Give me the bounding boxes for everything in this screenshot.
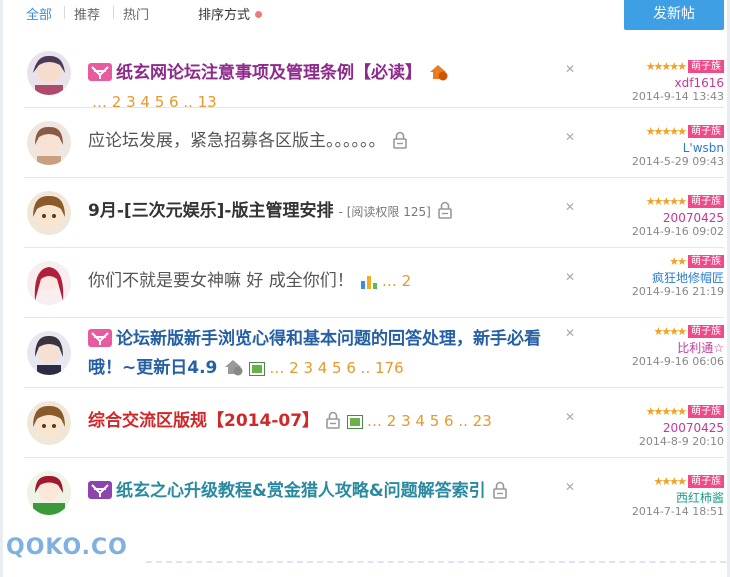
watermark-logo: QOKO.CO xyxy=(6,535,128,560)
thread-title[interactable]: 纸玄网论坛注意事项及管理条例【必读】 xyxy=(116,63,422,83)
page-links[interactable]: … 2 3 4 5 6 .. 176 xyxy=(269,359,403,377)
close-icon[interactable]: ✕ xyxy=(565,62,575,76)
user-group-badge: 萌子族 xyxy=(688,195,724,208)
thread-title[interactable]: 你们不就是要女神嘛 好 成全你们！ xyxy=(88,271,354,291)
rank-stars: ★★★★ xyxy=(653,475,687,488)
thread-list: 纸玄网论坛注意事项及管理条例【必读】 … 2 3 4 5 6 .. 13 ✕ ★… xyxy=(24,38,724,527)
tab-all[interactable]: 全部 xyxy=(26,4,52,23)
announcement-icon xyxy=(88,63,112,89)
poll-icon xyxy=(360,271,378,297)
user-group-badge: 萌子族 xyxy=(688,475,724,488)
new-post-button[interactable]: 发新帖 xyxy=(624,0,724,30)
page-links[interactable]: … 2 xyxy=(382,272,411,290)
thread-row: 论坛新版新手浏览心得和基本问题的回答处理，新手必看哦！~更新日4.9… 2 3 … xyxy=(24,318,724,388)
author-link[interactable]: 20070425 xyxy=(614,211,724,225)
hot-thread-icon xyxy=(428,63,448,89)
close-icon[interactable]: ✕ xyxy=(565,270,575,284)
rank-stars: ★★★★★ xyxy=(645,125,687,138)
author-link[interactable]: L'wsbn xyxy=(614,141,724,155)
thread-title[interactable]: 应论坛发展，紧急招募各区版主。。。。。。 xyxy=(88,131,386,151)
avatar[interactable] xyxy=(27,331,71,375)
thread-row: 应论坛发展，紧急招募各区版主。。。。。。 ✕ ★★★★★ 萌子族 L'wsbn 2… xyxy=(24,108,724,178)
user-group-badge: 萌子族 xyxy=(688,405,724,418)
close-icon[interactable]: ✕ xyxy=(565,480,575,494)
close-icon[interactable]: ✕ xyxy=(565,410,575,424)
post-time: 2014-7-14 18:51 xyxy=(631,505,724,518)
image-attachment-icon xyxy=(347,411,364,437)
divider xyxy=(64,6,65,19)
author-link[interactable]: 20070425 xyxy=(614,421,724,435)
post-time: 2014-9-16 06:06 xyxy=(631,355,724,368)
lock-icon xyxy=(437,201,453,227)
author-link[interactable]: 比利通☆ xyxy=(614,341,724,355)
tab-hot[interactable]: 热门 xyxy=(123,4,149,23)
avatar[interactable] xyxy=(27,261,71,305)
close-icon[interactable]: ✕ xyxy=(565,130,575,144)
avatar[interactable] xyxy=(27,121,71,165)
read-permission: - [阅读权限 125] xyxy=(338,205,431,219)
avatar[interactable] xyxy=(27,471,71,515)
user-group-badge: 萌子族 xyxy=(688,60,724,73)
user-group-badge: 萌子族 xyxy=(688,255,724,268)
thread-row: 你们不就是要女神嘛 好 成全你们！ … 2 ✕ ★★ 萌子族 疯狂地修帽匠 2014… xyxy=(24,248,724,318)
announcement-icon xyxy=(88,329,112,355)
thread-title[interactable]: 综合交流区版规【2014-07】 xyxy=(88,411,319,431)
new-indicator-dot xyxy=(255,11,262,18)
post-time: 2014-9-16 21:19 xyxy=(631,285,724,298)
left-border xyxy=(0,0,3,577)
hot-thread-icon xyxy=(223,358,243,384)
thread-row: 纸玄网论坛注意事项及管理条例【必读】 … 2 3 4 5 6 .. 13 ✕ ★… xyxy=(24,38,724,111)
author-link[interactable]: 疯狂地修帽匠 xyxy=(614,271,724,285)
thread-row: 纸玄之心升级教程&赏金猎人攻略&问题解答索引 ✕ ★★★★ 萌子族 西红柿酱 20… xyxy=(24,458,724,527)
close-icon[interactable]: ✕ xyxy=(565,326,575,340)
announcement-icon xyxy=(88,481,112,507)
tab-recommended[interactable]: 推荐 xyxy=(74,4,100,23)
rank-stars: ★★ xyxy=(669,255,687,268)
author-link[interactable]: xdf1616 xyxy=(614,76,724,90)
thread-title[interactable]: 9月-[三次元娱乐]-版主管理安排 xyxy=(88,201,333,221)
rank-stars: ★★★★★ xyxy=(645,60,687,73)
post-time: 2014-8-9 20:10 xyxy=(638,435,724,448)
sort-dropdown[interactable]: 排序方式 xyxy=(198,4,250,23)
post-time: 2014-9-14 13:43 xyxy=(631,90,724,103)
lock-icon xyxy=(392,131,408,157)
rank-stars: ★★★★★ xyxy=(645,405,687,418)
avatar[interactable] xyxy=(27,401,71,445)
avatar[interactable] xyxy=(27,191,71,235)
thread-row: 综合交流区版规【2014-07】 … 2 3 4 5 6 .. 23 ✕ ★★★★… xyxy=(24,388,724,458)
thread-row: 9月-[三次元娱乐]-版主管理安排 - [阅读权限 125] ✕ ★★★★★ 萌子… xyxy=(24,178,724,248)
author-link[interactable]: 西红柿酱 xyxy=(614,491,724,505)
thread-filter-bar: 全部 推荐 热门 排序方式 发新帖 xyxy=(0,0,730,34)
user-group-badge: 萌子族 xyxy=(688,125,724,138)
avatar[interactable] xyxy=(27,51,71,95)
thread-title[interactable]: 纸玄之心升级教程&赏金猎人攻略&问题解答索引 xyxy=(116,481,486,501)
close-icon[interactable]: ✕ xyxy=(565,200,575,214)
bottom-dashed-divider xyxy=(146,561,726,563)
post-time: 2014-9-16 09:02 xyxy=(631,225,724,238)
lock-icon xyxy=(325,411,341,437)
user-group-badge: 萌子族 xyxy=(688,325,724,338)
page-links[interactable]: … 2 3 4 5 6 .. 23 xyxy=(367,412,492,430)
rank-stars: ★★★★★ xyxy=(645,195,687,208)
rank-stars: ★★★★ xyxy=(653,325,687,338)
divider xyxy=(113,6,114,19)
lock-icon xyxy=(492,481,508,507)
post-time: 2014-5-29 09:43 xyxy=(631,155,724,168)
image-attachment-icon xyxy=(249,358,266,384)
